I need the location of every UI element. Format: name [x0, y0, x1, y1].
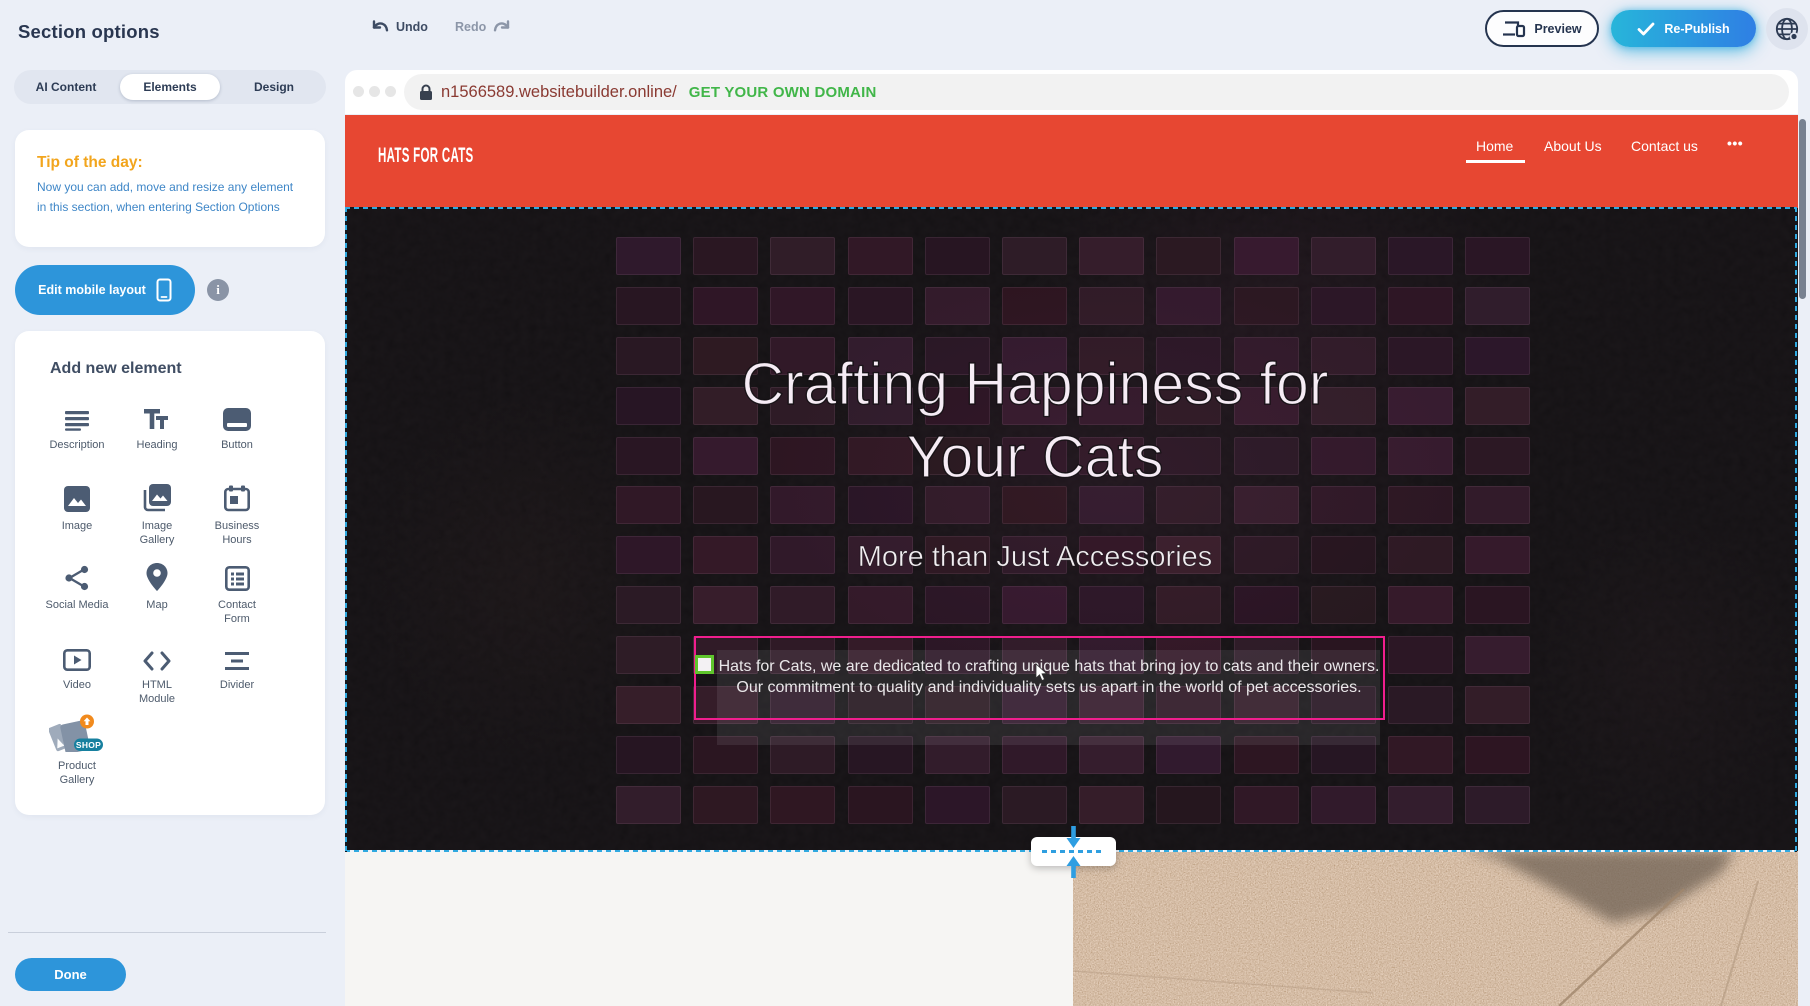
svg-text:SHOP: SHOP [76, 740, 101, 750]
